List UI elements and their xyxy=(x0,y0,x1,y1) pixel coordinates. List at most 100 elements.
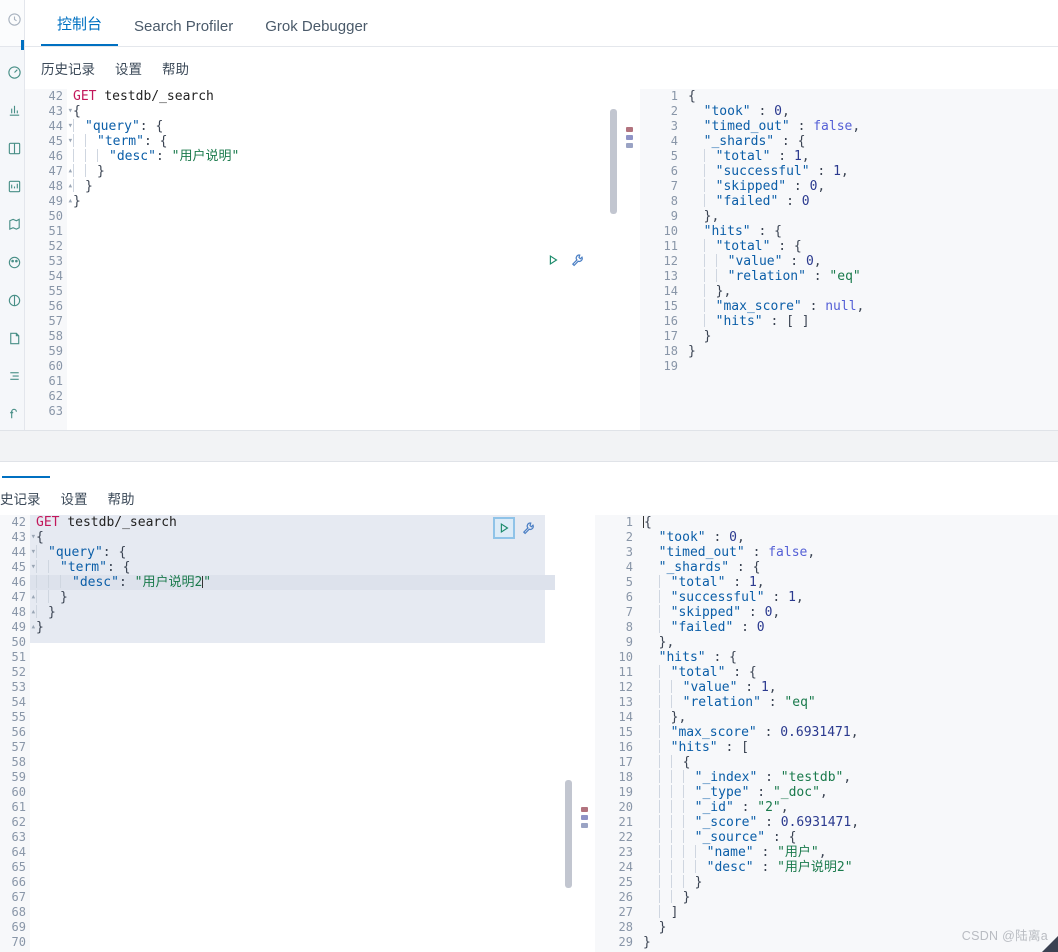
line-number: 53 xyxy=(48,254,63,268)
bottom-editor-lines[interactable]: GET testdb/_search{"query": {"term": {"d… xyxy=(30,515,555,952)
menu-settings[interactable]: 设置 xyxy=(115,58,142,78)
bottom-editor-scrollbar-track[interactable] xyxy=(565,515,572,952)
tab-grok-debugger[interactable]: Grok Debugger xyxy=(249,19,384,46)
pane-splitter[interactable] xyxy=(600,89,640,430)
bottom-request-options-wrench-icon[interactable] xyxy=(519,519,537,537)
code-line: "_shards" : { xyxy=(682,134,1058,149)
code-token: "_shards" xyxy=(658,560,730,575)
indent-guide xyxy=(670,770,672,783)
bottom-menu-settings[interactable]: 设置 xyxy=(61,488,88,508)
left-nav-rail[interactable] xyxy=(0,0,25,430)
indent-guide xyxy=(682,815,684,828)
menu-help[interactable]: 帮助 xyxy=(162,58,189,78)
editor-action-buttons xyxy=(544,251,586,269)
canvas-icon[interactable] xyxy=(0,167,24,205)
line-number: 48 ▴ xyxy=(11,605,36,619)
editor-scrollbar-thumb[interactable] xyxy=(610,109,617,214)
bottom-response-viewer[interactable]: 1▾234▾56789▴10▾11▾121314▴1516▾17▾1819202… xyxy=(595,515,1058,952)
request-options-wrench-icon[interactable] xyxy=(568,251,586,269)
editor-scrollbar-track[interactable] xyxy=(610,89,617,430)
bottom-editor-scrollbar-thumb[interactable] xyxy=(565,780,572,888)
bottom-menu-history[interactable]: 史记录 xyxy=(0,488,41,508)
code-line: "desc": "用户说明2" xyxy=(30,575,555,590)
code-token: ] xyxy=(670,905,679,920)
indent-guide xyxy=(703,314,705,327)
line-number: 6 xyxy=(670,164,678,178)
bottom-run-request-play-icon[interactable] xyxy=(493,517,515,539)
line-number: 52 xyxy=(48,239,63,253)
code-token: "eq" xyxy=(829,269,861,284)
indent-guide xyxy=(658,815,660,828)
code-token: 0 xyxy=(774,104,782,119)
line-number: 12 xyxy=(663,254,678,268)
recent-icon[interactable] xyxy=(0,0,24,38)
code-token: { xyxy=(73,104,81,119)
code-token: , xyxy=(851,815,860,830)
code-token: 0 xyxy=(729,530,737,545)
editor-lines[interactable]: GET testdb/_search{"query": {"term": {"d… xyxy=(67,89,600,430)
code-token: : { xyxy=(765,830,797,845)
dev-tools-icon[interactable] xyxy=(0,357,24,395)
apm-icon[interactable] xyxy=(0,281,24,319)
response-lines: { "took" : 0, "timed_out" : false, "_sha… xyxy=(682,89,1058,430)
code-token: } xyxy=(658,920,667,935)
code-token: "hits" xyxy=(670,740,718,755)
indent-guide xyxy=(703,164,705,177)
logs-icon[interactable] xyxy=(0,319,24,357)
line-number: 29▴ xyxy=(595,935,643,950)
bottom-pane-splitter[interactable] xyxy=(555,515,595,952)
management-icon[interactable] xyxy=(0,395,24,430)
code-line: "max_score" : null, xyxy=(682,299,1058,314)
tab-search-profiler[interactable]: Search Profiler xyxy=(118,19,249,46)
indent-guide xyxy=(703,254,705,267)
tab-console[interactable]: 控制台 xyxy=(41,17,119,46)
code-token: : xyxy=(725,575,749,590)
indent-guide xyxy=(85,134,86,147)
code-token: : xyxy=(733,620,757,635)
maps-icon[interactable] xyxy=(0,205,24,243)
request-editor[interactable]: 42 43 ▾ 44 ▾ 45 ▾ 46 47 ▴ 48 ▴ 49 ▴ 50 51 52 53 54 55 56 57 58… xyxy=(25,89,600,430)
dashboard-icon[interactable] xyxy=(0,53,24,91)
response-viewer[interactable]: 1▾234▾56789▴10▾11▾121314▴151617▴18▴19 { … xyxy=(640,89,1058,430)
visualize-icon[interactable] xyxy=(0,129,24,167)
menu-history[interactable]: 历史记录 xyxy=(41,58,95,78)
line-number: 27▴ xyxy=(595,905,643,920)
analytics-icon[interactable] xyxy=(0,91,24,129)
line-number: 42 xyxy=(48,89,63,103)
line-number: 13 xyxy=(663,269,678,283)
line-number: 63 xyxy=(11,830,26,844)
line-number: 50 xyxy=(11,635,26,649)
indent-guide xyxy=(658,860,660,873)
code-token: "failed" xyxy=(715,194,779,209)
bottom-request-editor[interactable]: 42 43 ▾ 44 ▾ 45 ▾ 46 47 ▴ 48 ▴ 49 ▴ 50 51 52 53 54 55 56 57 58… xyxy=(0,515,555,952)
code-token: "用户" xyxy=(777,845,819,860)
line-number: 22▾ xyxy=(595,830,643,845)
code-token: 1 xyxy=(788,590,796,605)
code-token: : xyxy=(770,149,794,164)
bottom-splitter-grip-handle[interactable] xyxy=(581,807,588,828)
indent-guide xyxy=(670,800,672,813)
machine-learning-icon[interactable] xyxy=(0,243,24,281)
splitter-grip-handle[interactable] xyxy=(626,127,633,148)
indent-guide xyxy=(703,299,705,312)
code-token: "_doc" xyxy=(772,785,820,800)
indent-guide xyxy=(658,680,660,693)
line-number: 66 xyxy=(11,875,26,889)
run-request-play-icon[interactable] xyxy=(544,251,562,269)
indent-guide xyxy=(48,590,49,603)
bottom-menu-help[interactable]: 帮助 xyxy=(108,488,135,508)
indent-guide xyxy=(703,284,705,297)
